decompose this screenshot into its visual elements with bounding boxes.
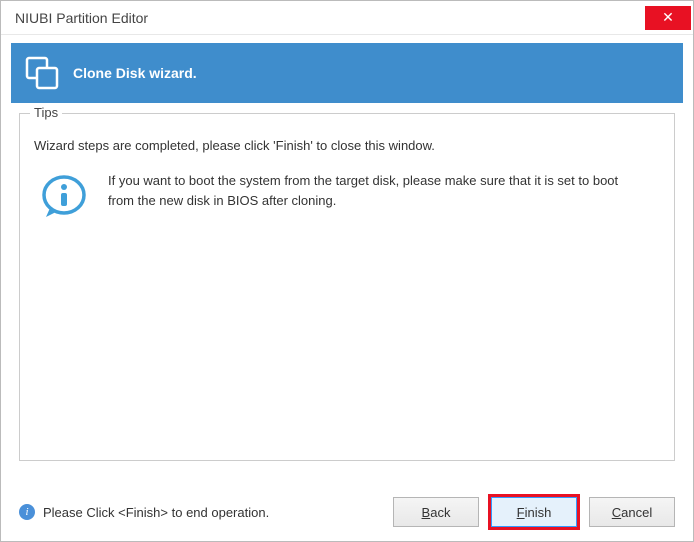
close-icon: ✕ <box>662 9 674 26</box>
window-title: NIUBI Partition Editor <box>15 10 148 26</box>
back-button[interactable]: Back <box>393 497 479 527</box>
titlebar: NIUBI Partition Editor ✕ <box>1 1 693 35</box>
clone-disk-icon <box>25 56 59 90</box>
footer-hint-area: i Please Click <Finish> to end operation… <box>19 504 269 520</box>
footer-hint: Please Click <Finish> to end operation. <box>43 505 269 520</box>
tips-fieldset: Tips Wizard steps are completed, please … <box>19 113 675 461</box>
cancel-button[interactable]: Cancel <box>589 497 675 527</box>
info-row: If you want to boot the system from the … <box>34 171 660 221</box>
info-icon <box>34 171 94 221</box>
info-small-icon: i <box>19 504 35 520</box>
wizard-banner: Clone Disk wizard. <box>11 43 683 103</box>
content-area: Tips Wizard steps are completed, please … <box>19 113 675 461</box>
wizard-completed-text: Wizard steps are completed, please click… <box>34 138 660 153</box>
close-button[interactable]: ✕ <box>645 6 691 30</box>
footer-buttons: Back Finish Cancel <box>393 497 675 527</box>
finish-button[interactable]: Finish <box>491 497 577 527</box>
footer: i Please Click <Finish> to end operation… <box>19 497 675 527</box>
wizard-title: Clone Disk wizard. <box>73 65 197 81</box>
info-text: If you want to boot the system from the … <box>94 171 660 210</box>
tips-legend: Tips <box>30 105 62 120</box>
